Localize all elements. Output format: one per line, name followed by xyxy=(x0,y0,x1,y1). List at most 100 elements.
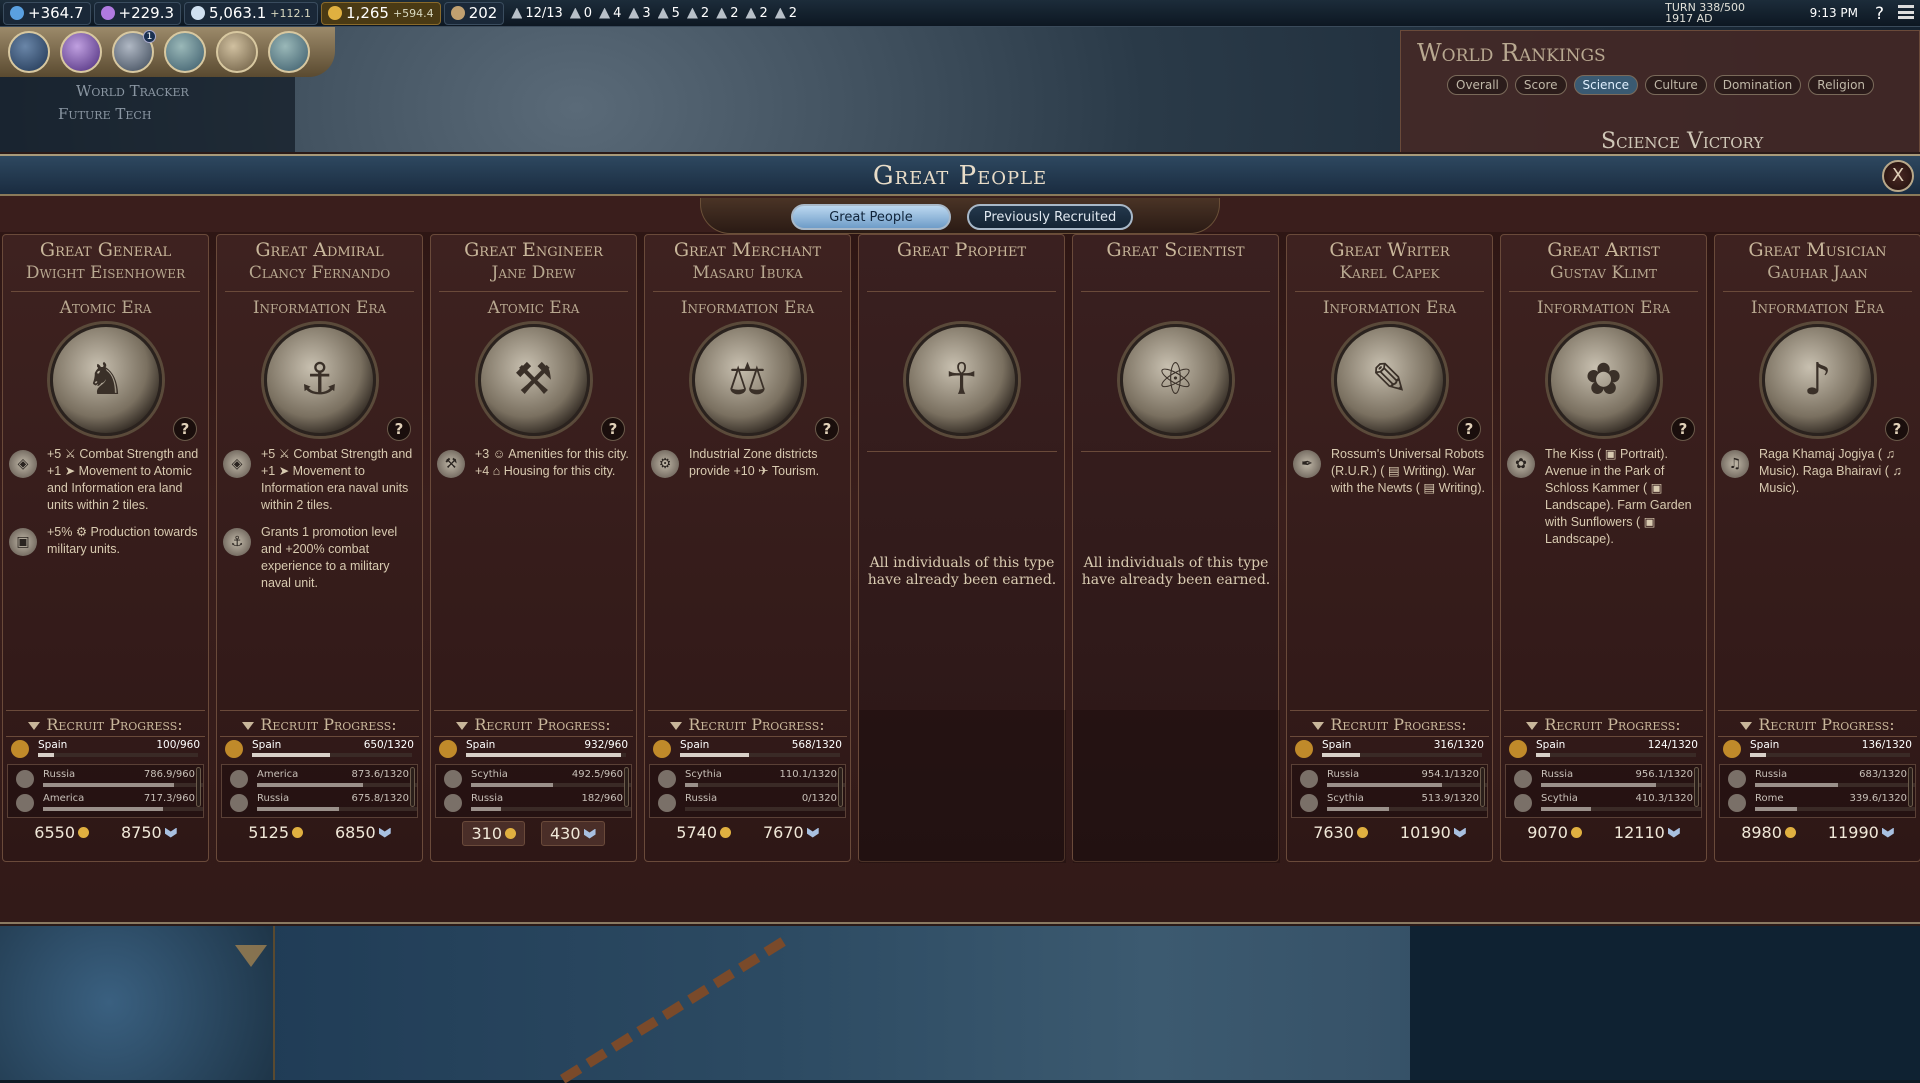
tab-score[interactable]: Score xyxy=(1514,75,1567,95)
science-yield[interactable]: +364.7 xyxy=(3,1,91,25)
rival-progress-list[interactable]: Russia 786.9/960 America 717.3/960 xyxy=(7,764,204,818)
gold-purchase-button[interactable]: 8980 xyxy=(1733,821,1804,844)
recruit-header[interactable]: Recruit Progress: xyxy=(648,710,847,737)
strategic-resource[interactable]: 2 xyxy=(745,6,768,21)
rival-progress-list[interactable]: Russia 956.1/1320 Scythia 410.3/1320 xyxy=(1505,764,1702,818)
faith-purchase-button[interactable]: 430 xyxy=(541,821,605,846)
scrollbar[interactable] xyxy=(410,767,415,807)
progress-bar xyxy=(1541,783,1701,787)
help-button[interactable]: ? xyxy=(601,417,625,441)
purchase-costs: 9070 12110 xyxy=(1501,821,1706,844)
faith-purchase-button[interactable]: 10190 xyxy=(1392,821,1474,844)
help-button[interactable]: ? xyxy=(173,417,197,441)
tech-tree-button[interactable] xyxy=(8,31,50,73)
scrollbar[interactable] xyxy=(196,767,201,807)
tab-culture[interactable]: Culture xyxy=(1645,75,1707,95)
rival-progress-list[interactable]: America 873.6/1320 Russia 675.8/1320 xyxy=(221,764,418,818)
top-resource-bar: +364.7 +229.3 5,063.1 +112.1 1,265 +594.4 … xyxy=(0,0,1920,27)
government-button[interactable]: 1 xyxy=(112,30,156,73)
rival-progress-row: Scythia 492.5/960 xyxy=(436,767,631,791)
religion-button[interactable] xyxy=(164,31,206,73)
civ-name: Russia xyxy=(1755,769,1788,780)
recruit-header[interactable]: Recruit Progress: xyxy=(1504,710,1703,737)
recruit-header[interactable]: Recruit Progress: xyxy=(6,710,205,737)
faith-purchase-button[interactable]: 8750 xyxy=(113,821,185,844)
civics-tree-button[interactable] xyxy=(60,31,102,73)
faith-purchase-button[interactable]: 6850 xyxy=(327,821,399,844)
great-works-button[interactable] xyxy=(268,31,310,73)
progress-bar xyxy=(1536,753,1696,757)
strategic-resource[interactable]: 2 xyxy=(686,6,709,21)
gold-purchase-button[interactable]: 6550 xyxy=(26,821,97,844)
close-button[interactable]: X xyxy=(1882,160,1914,192)
rival-progress-row: Scythia 110.1/1320 xyxy=(650,767,845,791)
menu-icon[interactable] xyxy=(1898,5,1914,19)
russia-civ-icon xyxy=(1300,770,1318,788)
help-button[interactable]: ? xyxy=(1671,417,1695,441)
scrollbar[interactable] xyxy=(1694,767,1699,807)
culture-yield[interactable]: +229.3 xyxy=(93,1,182,25)
help-button[interactable]: ? xyxy=(387,417,411,441)
recruit-header[interactable]: Recruit Progress: xyxy=(434,710,633,737)
tab-religion[interactable]: Religion xyxy=(1808,75,1875,95)
card-type: Great Scientist xyxy=(1106,239,1245,261)
help-button[interactable]: ? xyxy=(815,417,839,441)
modal-title: Great People xyxy=(872,161,1048,191)
strategic-resource[interactable]: 4 xyxy=(599,6,621,21)
rival-progress-list[interactable]: Scythia 110.1/1320 Russia 0/1320 xyxy=(649,764,846,818)
faith-purchase-button[interactable]: 11990 xyxy=(1820,821,1902,844)
player-progress-row: Spain 124/1320 xyxy=(1501,737,1706,761)
strategic-resource[interactable]: 2 xyxy=(716,6,738,21)
scrollbar[interactable] xyxy=(1480,767,1485,807)
faith-purchase-button[interactable]: 12110 xyxy=(1606,821,1688,844)
card-person-name: Masaru Ibuka xyxy=(692,263,803,283)
rival-progress-list[interactable]: Russia 954.1/1320 Scythia 513.9/1320 xyxy=(1291,764,1488,818)
tab-overall[interactable]: Overall xyxy=(1447,75,1508,95)
science-icon xyxy=(10,6,24,20)
rival-progress-list[interactable]: Scythia 492.5/960 Russia 182/960 xyxy=(435,764,632,818)
progress-fill xyxy=(257,783,363,787)
tab-previously-recruited[interactable]: Previously Recruited xyxy=(967,204,1133,230)
faith-purchase-button[interactable]: 7670 xyxy=(755,821,827,844)
gold-purchase-button[interactable]: 310 xyxy=(462,821,525,846)
gold-purchase-button[interactable]: 7630 xyxy=(1305,821,1376,844)
faith-cost: 12110 xyxy=(1613,823,1665,842)
gold-yield[interactable]: 1,265 +594.4 xyxy=(321,1,441,25)
progress-value: 568/1320 xyxy=(791,739,842,751)
recruit-header[interactable]: Recruit Progress: xyxy=(220,710,419,737)
scrollbar[interactable] xyxy=(624,767,629,807)
minimap[interactable] xyxy=(0,925,275,1080)
strategic-resource[interactable]: 2 xyxy=(774,6,797,21)
great-people-button[interactable] xyxy=(216,31,258,73)
tab-great-people[interactable]: Great People xyxy=(791,204,951,230)
progress-value: 182/960 xyxy=(581,793,623,804)
help-button[interactable]: ? xyxy=(1875,4,1884,24)
world-tracker-title[interactable]: World Tracker xyxy=(0,77,295,100)
strategic-resource[interactable]: 3 xyxy=(628,6,651,21)
strategic-resource[interactable]: 0 xyxy=(569,6,592,21)
help-button[interactable]: ? xyxy=(1457,417,1481,441)
world-tracker-item[interactable]: Future Tech xyxy=(0,100,295,123)
scrollbar[interactable] xyxy=(1908,767,1913,807)
america-civ-icon xyxy=(230,770,248,788)
atom-icon: ⚛ xyxy=(1155,354,1196,405)
progress-bar xyxy=(471,783,631,787)
help-button[interactable]: ? xyxy=(1885,417,1909,441)
recruit-header[interactable]: Recruit Progress: xyxy=(1718,710,1917,737)
tab-domination[interactable]: Domination xyxy=(1713,75,1802,95)
trade-routes[interactable]: 12/13 xyxy=(511,6,563,21)
recruit-header[interactable]: Recruit Progress: xyxy=(1290,710,1489,737)
rival-progress-row: Rome 339.6/1320 xyxy=(1720,791,1915,815)
card-person-name: Clancy Fernando xyxy=(248,263,391,283)
gold-purchase-button[interactable]: 9070 xyxy=(1519,821,1590,844)
russia-civ-icon xyxy=(230,794,248,812)
faith-yield[interactable]: 5,063.1 +112.1 xyxy=(184,1,319,25)
tourism-yield[interactable]: 202 xyxy=(443,1,505,25)
strategic-resource[interactable]: 5 xyxy=(657,6,680,21)
scrollbar[interactable] xyxy=(838,767,843,807)
gold-purchase-button[interactable]: 5740 xyxy=(668,821,739,844)
gold-purchase-button[interactable]: 5125 xyxy=(240,821,311,844)
tab-science[interactable]: Science xyxy=(1573,75,1639,95)
rival-progress-list[interactable]: Russia 683/1320 Rome 339.6/1320 xyxy=(1719,764,1916,818)
progress-fill xyxy=(1541,783,1657,787)
